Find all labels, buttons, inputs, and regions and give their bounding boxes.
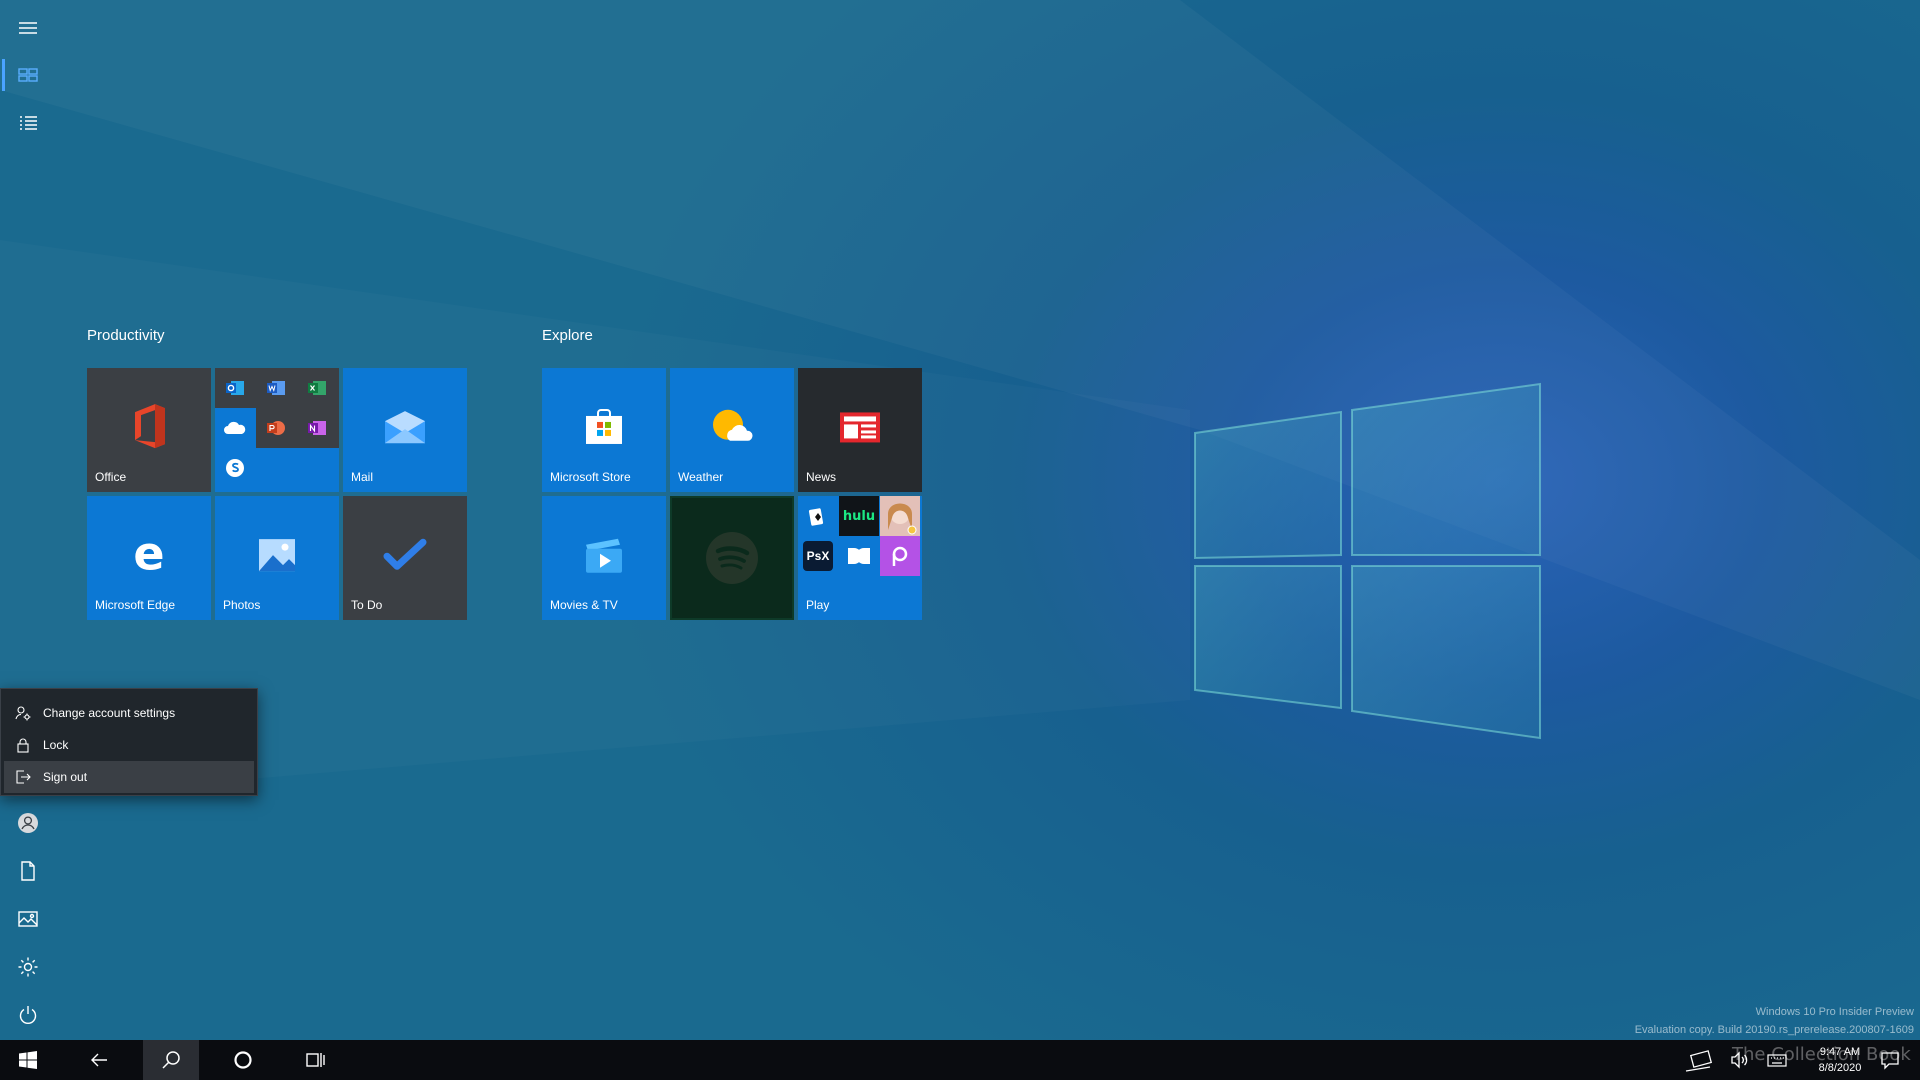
power-icon (19, 1006, 37, 1024)
taskbar: 9:47 AM 8/8/2020 (0, 1040, 1920, 1080)
task-view-icon (306, 1053, 325, 1067)
dolby-icon (839, 536, 879, 576)
account-button[interactable] (0, 799, 56, 847)
onedrive-icon (215, 408, 255, 448)
start-button[interactable] (0, 1040, 56, 1080)
brand-watermark: The Collection Book (1732, 1044, 1911, 1065)
store-bag-icon (586, 408, 622, 444)
start-rail (0, 0, 56, 1040)
windows-logo-wallpaper (1194, 382, 1541, 740)
tile-play-folder[interactable]: hulu PsX Play (798, 496, 922, 620)
svg-text:e: e (133, 534, 164, 576)
expand-menu-button[interactable] (0, 4, 56, 52)
hamburger-icon (19, 22, 37, 34)
tile-photos[interactable]: Photos (215, 496, 339, 620)
photos-icon (259, 539, 295, 572)
spotify-icon (706, 532, 758, 584)
user-avatar-icon (18, 813, 38, 833)
skype-icon (215, 448, 255, 488)
psx-logo-text: PsX (806, 549, 830, 563)
tile-label: Movies & TV (550, 598, 618, 612)
picsart-icon (880, 536, 920, 576)
tile-movies-tv[interactable]: Movies & TV (542, 496, 666, 620)
back-button[interactable] (71, 1040, 127, 1080)
mail-icon (385, 411, 425, 444)
onenote-icon (297, 408, 337, 448)
outlook-icon (215, 368, 255, 408)
solitaire-icon (798, 496, 838, 536)
pinned-tiles-button[interactable] (0, 51, 56, 99)
documents-button[interactable] (0, 847, 56, 895)
tile-spotify[interactable] (670, 496, 794, 620)
excel-icon (297, 368, 337, 408)
account-flyout-menu: Change account settings Lock Sign out (0, 688, 258, 796)
tile-microsoft-edge[interactable]: e Microsoft Edge (87, 496, 211, 620)
user-settings-icon (15, 706, 31, 721)
pictures-button[interactable] (0, 895, 56, 943)
tile-weather[interactable]: Weather (670, 368, 794, 492)
task-view-button[interactable] (287, 1040, 343, 1080)
windows-logo-icon (19, 1051, 37, 1069)
tile-label: Microsoft Store (550, 470, 631, 484)
build-watermark-line-1: Windows 10 Pro Insider Preview (1755, 1006, 1914, 1018)
cortana-ring-icon (234, 1051, 252, 1069)
tile-label: Office (95, 470, 127, 484)
tiles-view-icon (18, 68, 38, 82)
search-button[interactable] (143, 1040, 199, 1080)
hulu-logo-text: hulu (842, 508, 876, 524)
checkmark-icon (383, 538, 427, 570)
search-icon (162, 1051, 180, 1069)
weather-sun-cloud-icon (713, 409, 753, 441)
tile-label: Photos (223, 598, 261, 612)
office-icon (135, 404, 165, 449)
tile-news[interactable]: News (798, 368, 922, 492)
group-title-explore[interactable]: Explore (542, 327, 593, 344)
all-apps-button[interactable] (0, 99, 56, 147)
menu-item-lock[interactable]: Lock (1, 729, 257, 761)
menu-item-label: Sign out (43, 770, 88, 784)
movies-tv-icon (586, 538, 622, 573)
hulu-icon: hulu (839, 496, 879, 536)
picture-icon (18, 911, 38, 927)
game-avatar-icon (880, 496, 920, 536)
build-watermark-line-2: Evaluation copy. Build 20190.rs_prerelea… (1634, 1024, 1914, 1036)
group-title-productivity[interactable]: Productivity (87, 327, 165, 344)
back-arrow-icon (91, 1053, 107, 1067)
gear-icon (18, 957, 38, 977)
tile-office[interactable]: Office (87, 368, 211, 492)
settings-button[interactable] (0, 943, 56, 991)
news-icon (840, 412, 880, 443)
tile-mail[interactable]: Mail (343, 368, 467, 492)
tile-label: Play (806, 598, 830, 612)
document-icon (21, 861, 35, 881)
edge-icon: e (133, 534, 164, 576)
tile-to-do[interactable]: To Do (343, 496, 467, 620)
photoshop-express-icon: PsX (798, 536, 838, 576)
list-icon (20, 116, 37, 130)
tile-label: To Do (351, 598, 383, 612)
power-button[interactable] (0, 991, 56, 1039)
cortana-button[interactable] (215, 1040, 271, 1080)
tile-label: Microsoft Edge (95, 598, 176, 612)
lock-icon (17, 738, 29, 753)
menu-item-label: Lock (43, 738, 69, 752)
tile-label: Mail (351, 470, 374, 484)
sign-out-icon (16, 770, 31, 784)
tile-label: News (806, 470, 837, 484)
tile-microsoft-store[interactable]: Microsoft Store (542, 368, 666, 492)
network-icon[interactable] (1680, 1047, 1716, 1073)
word-icon (256, 368, 296, 408)
menu-item-sign-out[interactable]: Sign out (4, 761, 254, 793)
powerpoint-icon (256, 408, 296, 448)
tile-label: Weather (678, 470, 724, 484)
menu-item-change-account-settings[interactable]: Change account settings (1, 697, 257, 729)
tile-office-apps-folder[interactable] (215, 368, 339, 492)
menu-item-label: Change account settings (43, 706, 176, 720)
